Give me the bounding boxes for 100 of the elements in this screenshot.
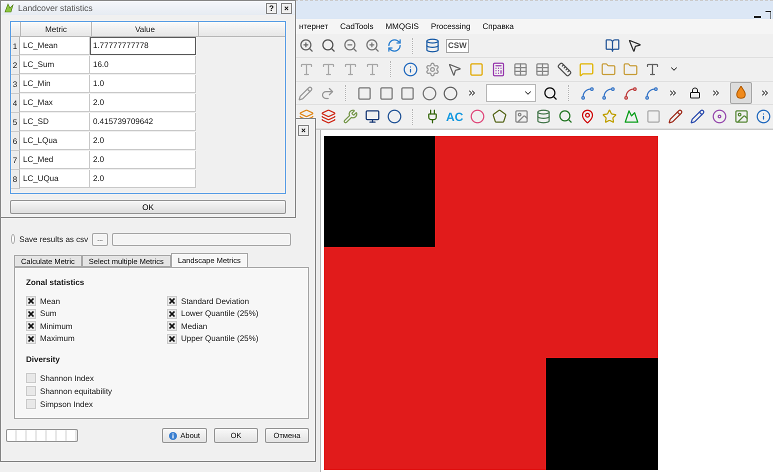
table-cell: LC_Sum [20,56,90,74]
checkbox[interactable] [26,373,36,383]
checkbox[interactable] [26,296,36,306]
table-cell: 1.0 [90,75,196,93]
path-field[interactable] [112,232,291,246]
checkbox-label: Median [181,322,208,330]
search-icon[interactable] [542,85,558,102]
checkbox[interactable] [167,308,177,318]
circle-icon[interactable] [469,108,486,125]
column-header[interactable]: Metric [21,22,92,36]
table-cell: 16.0 [90,56,196,74]
table-cell: LC_Max [20,94,90,112]
close-button[interactable]: × [281,2,292,14]
help-button[interactable]: ? [266,2,277,14]
menu-item[interactable]: CadTools [340,22,374,32]
checkbox[interactable] [26,334,36,344]
checkbox-label: Maximum [40,334,75,343]
star-icon[interactable] [601,108,618,125]
circle-icon[interactable] [421,85,437,102]
identify-icon[interactable] [755,108,772,125]
checkbox[interactable] [26,308,36,318]
calculator-icon[interactable] [490,61,506,78]
node-icon[interactable] [580,85,596,102]
zoom-in-icon[interactable] [298,38,314,54]
table-cell: LC_Min [20,75,90,93]
checkbox[interactable] [26,321,36,331]
map-pin-icon[interactable] [579,108,596,125]
checkbox[interactable] [26,386,36,396]
database-icon[interactable] [535,108,552,125]
refresh-icon[interactable] [386,38,402,54]
checkbox[interactable] [26,399,36,409]
checkbox[interactable] [167,321,177,331]
square-icon[interactable] [378,85,394,102]
identify-icon[interactable] [402,61,418,78]
maximize-icon[interactable] [765,10,771,19]
select-icon[interactable] [446,61,462,78]
flame-button[interactable] [730,82,752,104]
menu-item[interactable]: MMQGIS [386,22,419,32]
save-csv-label: Save results as csv [19,234,88,244]
row-number: 1 [11,37,20,56]
image-icon[interactable] [513,108,530,125]
image-icon[interactable] [733,108,750,125]
window-title: Landcover statistics [18,3,93,13]
circle-icon[interactable] [386,108,402,125]
menu-item[interactable]: Справка [482,22,514,32]
table-cell: LC_LQua [20,132,90,150]
square-icon[interactable] [356,85,372,102]
database-icon[interactable] [424,38,440,54]
close-button[interactable]: × [298,125,309,136]
redo-icon[interactable] [319,85,335,102]
table-cell: LC_Med [20,151,90,169]
checkbox[interactable] [167,296,177,306]
table-cell: 1.77777777778 [90,37,196,55]
checkbox[interactable] [167,334,177,344]
menu-item[interactable]: Processing [430,22,470,32]
disc-icon[interactable] [711,108,728,125]
table-cell: 2.0 [90,170,196,188]
row-number: 8 [11,170,20,189]
pencil-icon[interactable] [689,108,706,125]
ok-button[interactable]: OK [10,200,286,214]
menu-item[interactable]: нтернет [299,22,328,32]
search-icon[interactable] [320,38,336,54]
lock-icon[interactable] [687,85,703,102]
table-cell: 0.415739709642 [90,113,196,131]
info-icon [169,432,178,440]
mountain-icon[interactable] [623,108,640,125]
text-icon[interactable] [644,61,660,78]
csw-icon[interactable]: CSW [446,38,469,53]
checkbox-label: Lower Quantile (25%) [181,309,258,318]
node-icon[interactable] [622,85,638,102]
combo-field[interactable] [486,84,536,102]
checkbox-label: Shannon equitability [40,386,112,396]
node-icon[interactable] [601,85,617,102]
zoom-out-icon[interactable] [342,38,358,54]
table-cell: LC_SD [20,113,90,131]
table-icon[interactable] [512,61,528,78]
polygon-icon[interactable] [491,108,508,125]
row-number: 7 [11,151,20,170]
table-icon[interactable] [534,61,550,78]
table-cell: LC_Mean [20,37,90,55]
row-number: 6 [11,132,20,151]
zoom-in-icon[interactable] [364,38,380,54]
ruler-icon[interactable] [556,61,572,78]
monitor-icon[interactable] [364,108,380,125]
checkbox-label: Upper Quantile (25%) [181,334,258,343]
node-icon[interactable] [644,85,660,102]
pencil-icon[interactable] [667,108,684,125]
radio-button[interactable] [11,234,16,244]
square-icon[interactable] [400,85,416,102]
section-title: Zonal statistics [26,278,86,287]
circle-icon[interactable] [442,85,458,102]
gear-icon[interactable] [424,61,440,78]
checkbox-label: Sum [40,309,56,318]
checkbox-label: Mean [40,296,60,306]
column-header[interactable]: Value [92,22,199,36]
checkbox-label: Shannon Index [40,374,94,382]
help-book-icon[interactable] [604,38,621,54]
wrench-icon[interactable] [342,108,358,125]
layers-icon[interactable] [320,108,336,125]
checkbox-label: Minimum [40,322,72,330]
